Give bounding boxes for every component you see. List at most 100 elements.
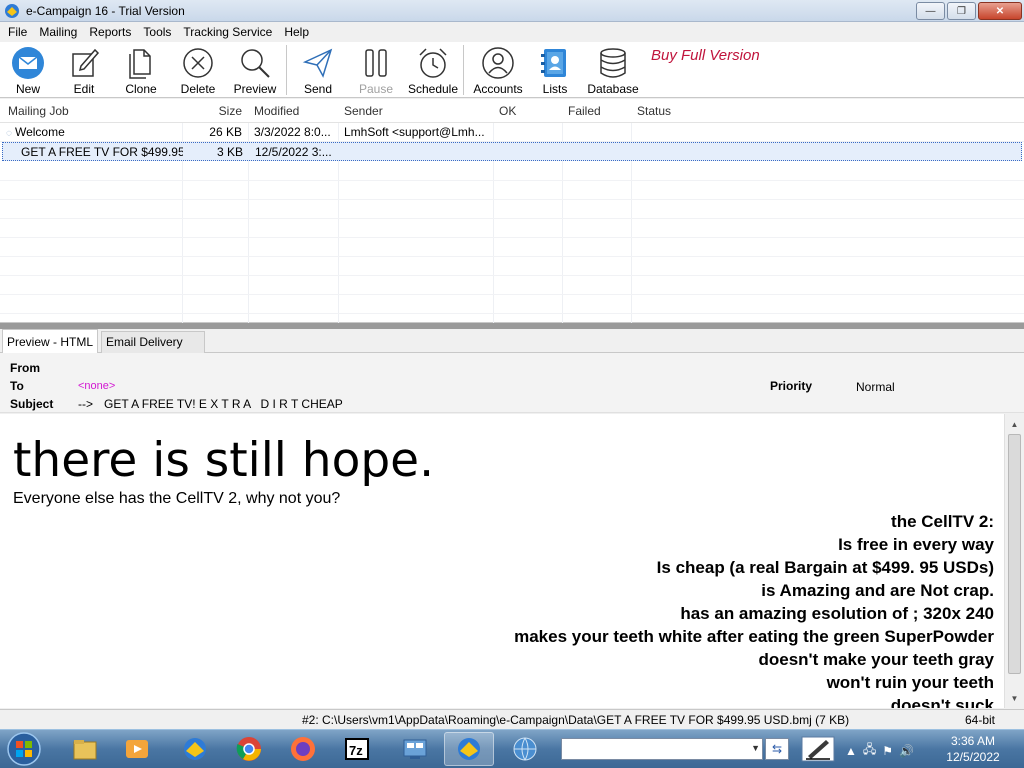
firefox-icon [291,737,315,761]
pen-input-icon[interactable] [800,734,836,764]
toolbar: New Edit Clone Delete Preview Send Pause… [0,42,1024,98]
menu-bar: File Mailing Reports Tools Tracking Serv… [0,22,1024,42]
maximize-button[interactable]: ❐ [947,2,976,20]
feature-line: makes your teeth white after eating the … [514,627,994,646]
email-header: From To <none> Subject --> GET A FREE TV… [0,353,1024,413]
system-tray: ▲ 🖧 ⚑ 🔊 [845,740,914,761]
start-button-icon[interactable] [4,731,44,767]
e-campaign-icon [184,738,206,760]
accounts-button[interactable]: Accounts [466,42,530,98]
job-ok [493,123,561,141]
job-name: Welcome [14,125,65,139]
menu-tools[interactable]: Tools [137,22,177,42]
mailing-job-list: Mailing Job Size Modified Sender OK Fail… [0,99,1024,372]
tray-expand-icon[interactable]: ▲ [845,744,857,758]
delete-label: Delete [180,82,216,96]
lists-label: Lists [542,82,568,96]
clock-date: 12/5/2022 [946,750,1000,764]
column-failed[interactable]: Failed [560,99,630,123]
column-modified[interactable]: Modified [246,99,338,123]
taskbar-chrome[interactable] [224,732,274,766]
taskbar-explorer[interactable] [60,732,110,766]
menu-mailing[interactable]: Mailing [33,22,83,42]
close-button[interactable]: ✕ [978,2,1022,20]
scroll-thumb[interactable] [1008,434,1021,674]
taskbar-network[interactable] [500,732,550,766]
menu-tracking-service[interactable]: Tracking Service [177,22,278,42]
menu-file[interactable]: File [2,22,33,42]
taskbar-e-campaign-active[interactable] [444,732,494,766]
e-campaign-active-icon [458,738,480,760]
column-status[interactable]: Status [629,99,749,123]
menu-help[interactable]: Help [278,22,315,42]
feature-line: the CellTV 2: [891,512,994,531]
job-size: 26 KB [209,125,242,139]
buy-full-version-link[interactable]: Buy Full Version [651,47,760,64]
schedule-label: Schedule [407,82,459,96]
toolbar-separator [286,45,287,95]
address-dropdown-icon[interactable]: ▼ [751,743,760,753]
database-button[interactable]: Database [580,42,646,98]
tray-volume-icon[interactable]: 🔊 [899,744,914,758]
taskbar-control-panel[interactable] [390,732,440,766]
subject-label: Subject [10,397,54,411]
lists-button[interactable]: Lists [530,42,580,98]
taskbar-7zip[interactable]: 7z [332,732,382,766]
tray-flag-icon[interactable]: ⚑ [882,744,893,758]
job-modified: 12/5/2022 3:... [255,145,332,159]
preview-button[interactable]: Preview [226,42,284,98]
app-icon [5,3,19,18]
taskbar-e-campaign[interactable] [170,732,220,766]
clone-button[interactable]: Clone [112,42,170,98]
email-preview-pane[interactable]: there is still hope. Everyone else has t… [0,414,1004,708]
new-button[interactable]: New [0,42,56,98]
priority-label: Priority [770,379,813,393]
lists-icon [541,49,566,77]
delete-button[interactable]: Delete [170,42,226,98]
table-row[interactable]: ◌ Welcome 26 KB 3/3/2022 8:0... LmhSoft <… [0,123,1024,142]
column-mailing-job[interactable]: Mailing Job [0,99,182,123]
window-title: e-Campaign 16 - Trial Version [26,3,185,18]
column-sender[interactable]: Sender [336,99,494,123]
address-go-icon[interactable]: ⇆ [765,738,789,760]
job-ok [494,143,562,161]
tab-email-delivery-log[interactable]: Email Delivery Log [101,331,205,369]
email-subline: Everyone else has the CellTV 2, why not … [13,490,341,507]
subject-arrow: --> [78,397,93,411]
job-sender [339,143,494,161]
taskbar-firefox[interactable] [278,732,328,766]
taskbar-address-input[interactable]: ▼ [561,738,763,760]
tray-network-icon[interactable]: 🖧 [863,740,876,761]
table-row-selected[interactable]: GET A FREE TV FOR $499.95 ... 3 KB 12/5/… [2,142,1022,161]
system-clock[interactable]: 3:36 AM 12/5/2022 [937,733,1009,765]
feature-line: won't ruin your teeth [826,673,994,692]
menu-reports[interactable]: Reports [83,22,137,42]
toolbar-separator [463,45,464,95]
job-sender: LmhSoft <support@Lmh... [344,125,485,139]
tab-preview-html[interactable]: Preview - HTML [2,329,98,353]
feature-line: Is free in every way [838,535,994,554]
svg-text:7z: 7z [349,743,363,758]
column-ok[interactable]: OK [491,99,561,123]
clone-icon [129,49,151,79]
send-button[interactable]: Send [289,42,347,98]
minimize-button[interactable]: — [916,2,945,20]
feature-line: Is cheap (a real Bargain at $499. 95 USD… [656,558,994,577]
job-failed [562,123,630,141]
edit-button[interactable]: Edit [56,42,112,98]
preview-scrollbar[interactable]: ▲ ▼ [1004,414,1024,708]
email-feature-list: the CellTV 2: Is free in every way Is ch… [514,510,994,708]
pause-icon [365,49,387,77]
taskbar-media-player[interactable] [112,732,162,766]
job-modified: 3/3/2022 8:0... [254,125,331,139]
network-globe-icon [513,737,537,761]
column-size[interactable]: Size [182,99,248,123]
schedule-button[interactable]: Schedule [405,42,461,98]
scroll-up-icon[interactable]: ▲ [1005,416,1024,432]
job-status-icon: ◌ [6,128,12,139]
feature-line: is Amazing and are Not crap. [761,581,994,600]
edit-icon [72,48,100,77]
pause-button[interactable]: Pause [347,42,405,98]
scroll-down-icon[interactable]: ▼ [1005,690,1024,706]
job-name-cell: ◌ Welcome [0,123,182,141]
